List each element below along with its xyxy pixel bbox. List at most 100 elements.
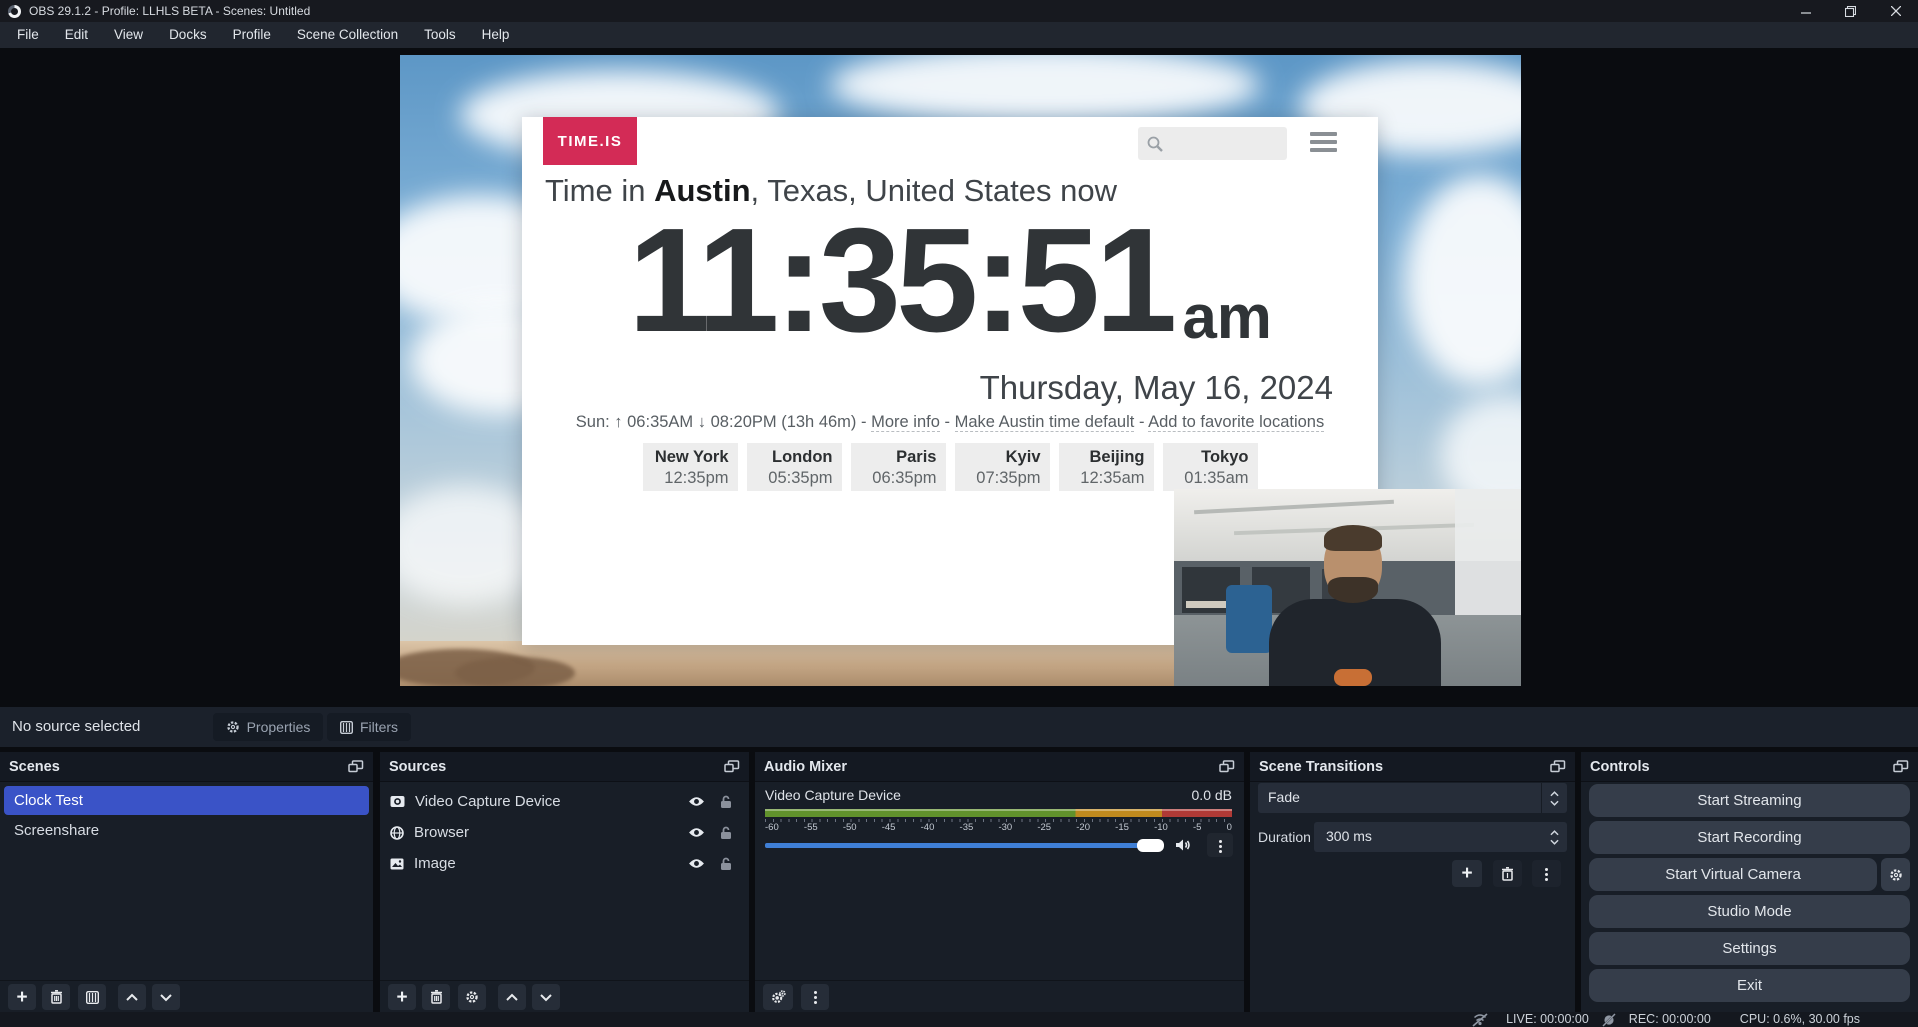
- volume-slider-track[interactable]: [765, 843, 1140, 848]
- speaker-icon[interactable]: [1175, 838, 1191, 852]
- mixer-channel-menu-button[interactable]: [1207, 833, 1233, 857]
- city-name: Beijing: [1059, 447, 1145, 468]
- scene-filters-button[interactable]: [78, 984, 106, 1010]
- mixer-menu-button[interactable]: [801, 984, 829, 1010]
- transition-select[interactable]: Fade: [1258, 783, 1567, 813]
- transition-menu-button[interactable]: [1532, 860, 1561, 887]
- webcam-person-hair: [1324, 525, 1382, 551]
- city-box: Tokyo01:35am: [1163, 443, 1258, 491]
- popout-icon[interactable]: [1219, 760, 1235, 773]
- separator: -: [861, 413, 867, 431]
- scene-item-screenshare[interactable]: Screenshare: [4, 816, 369, 845]
- move-source-up-button[interactable]: [498, 984, 526, 1010]
- menu-view[interactable]: View: [101, 22, 156, 48]
- start-streaming-button[interactable]: Start Streaming: [1589, 784, 1910, 817]
- city-name: New York: [643, 447, 729, 468]
- restore-button[interactable]: [1828, 0, 1873, 22]
- add-transition-button[interactable]: +: [1452, 860, 1482, 887]
- gear-icon: [1889, 868, 1903, 882]
- audio-mixer-panel: Audio Mixer Video Capture Device 0.0 dB …: [755, 752, 1244, 1012]
- lock-icon[interactable]: [720, 795, 732, 809]
- stream-inactive-icon: [1471, 1013, 1493, 1027]
- visibility-eye-icon[interactable]: [688, 795, 705, 808]
- exit-button[interactable]: Exit: [1589, 969, 1910, 1002]
- source-row-image[interactable]: Image: [380, 848, 749, 879]
- move-scene-down-button[interactable]: [152, 984, 180, 1010]
- minimize-button[interactable]: [1783, 0, 1828, 22]
- preview-canvas[interactable]: TIME.IS Time in Austin, Texas, United St…: [400, 55, 1521, 686]
- advanced-audio-button[interactable]: [763, 984, 793, 1010]
- popout-icon[interactable]: [348, 760, 364, 773]
- menu-bar: File Edit View Docks Profile Scene Colle…: [0, 22, 1918, 48]
- city-time: 12:35am: [1059, 468, 1145, 488]
- popout-icon[interactable]: [724, 760, 740, 773]
- start-recording-button[interactable]: Start Recording: [1589, 821, 1910, 854]
- title-bar: OBS 29.1.2 - Profile: LLHLS BETA - Scene…: [0, 0, 1918, 22]
- lock-icon[interactable]: [720, 826, 732, 840]
- sources-title: Sources: [389, 759, 446, 775]
- sources-toolbar: +: [380, 980, 749, 1012]
- gears-icon: [771, 990, 786, 1004]
- remove-scene-button[interactable]: [42, 984, 70, 1010]
- menu-profile[interactable]: Profile: [220, 22, 284, 48]
- webcam-orange-object: [1334, 669, 1372, 686]
- source-row-browser[interactable]: Browser: [380, 817, 749, 848]
- scenes-toolbar: +: [0, 980, 373, 1012]
- visibility-eye-icon[interactable]: [688, 826, 705, 839]
- source-properties-button[interactable]: [458, 984, 486, 1010]
- city-time: 06:35pm: [851, 468, 937, 488]
- trash-icon: [430, 990, 443, 1004]
- obs-logo-icon: [8, 5, 21, 18]
- volume-slider-handle[interactable]: [1137, 839, 1164, 852]
- hamburger-menu-icon: [1310, 132, 1337, 156]
- mixer-channel-name: Video Capture Device: [765, 787, 901, 803]
- city-time: 01:35am: [1163, 468, 1249, 488]
- filter-icon: [86, 991, 99, 1004]
- city-box: Paris06:35pm: [851, 443, 946, 491]
- timeis-logo: TIME.IS: [543, 117, 637, 165]
- menu-file[interactable]: File: [4, 22, 52, 48]
- popout-icon[interactable]: [1550, 760, 1566, 773]
- properties-button[interactable]: Properties: [213, 713, 323, 741]
- menu-scene-collection[interactable]: Scene Collection: [284, 22, 411, 48]
- source-label: Video Capture Device: [415, 793, 561, 810]
- properties-label: Properties: [247, 719, 311, 735]
- remove-source-button[interactable]: [422, 984, 450, 1010]
- remove-transition-button[interactable]: [1493, 860, 1522, 887]
- duration-spin-arrows[interactable]: [1541, 822, 1567, 852]
- menu-edit[interactable]: Edit: [52, 22, 101, 48]
- visibility-eye-icon[interactable]: [688, 857, 705, 870]
- menu-docks[interactable]: Docks: [156, 22, 220, 48]
- city-name: Kyiv: [955, 447, 1041, 468]
- start-virtual-camera-button[interactable]: Start Virtual Camera: [1589, 858, 1877, 891]
- duration-label: Duration: [1258, 822, 1311, 852]
- world-cities-row: New York12:35pm London05:35pm Paris06:35…: [522, 443, 1378, 491]
- city-box: New York12:35pm: [643, 443, 738, 491]
- add-scene-button[interactable]: +: [8, 984, 36, 1010]
- move-scene-up-button[interactable]: [118, 984, 146, 1010]
- move-source-down-button[interactable]: [532, 984, 560, 1010]
- dune-shape: [455, 657, 575, 686]
- city-box: Beijing12:35am: [1059, 443, 1154, 491]
- menu-help[interactable]: Help: [469, 22, 523, 48]
- trash-icon: [50, 990, 63, 1004]
- lock-icon[interactable]: [720, 857, 732, 871]
- city-name: London: [747, 447, 833, 468]
- tick-label: -50: [843, 822, 857, 833]
- duration-spinbox[interactable]: 300 ms: [1314, 822, 1567, 852]
- timeis-date: Thursday, May 16, 2024: [522, 369, 1333, 407]
- popout-icon[interactable]: [1893, 760, 1909, 773]
- add-source-button[interactable]: +: [388, 984, 416, 1010]
- source-row-video-capture[interactable]: Video Capture Device: [380, 786, 749, 817]
- chevron-down-icon: [1550, 800, 1559, 806]
- scene-item-clock-test[interactable]: Clock Test: [4, 786, 369, 815]
- menu-tools[interactable]: Tools: [411, 22, 469, 48]
- settings-button[interactable]: Settings: [1589, 932, 1910, 965]
- filters-button[interactable]: Filters: [327, 713, 411, 741]
- chevron-up-icon: [1550, 830, 1559, 836]
- virtual-camera-settings-button[interactable]: [1881, 858, 1910, 891]
- studio-mode-button[interactable]: Studio Mode: [1589, 895, 1910, 928]
- close-button[interactable]: [1873, 0, 1918, 22]
- separator: -: [1139, 413, 1145, 431]
- city-time: 07:35pm: [955, 468, 1041, 488]
